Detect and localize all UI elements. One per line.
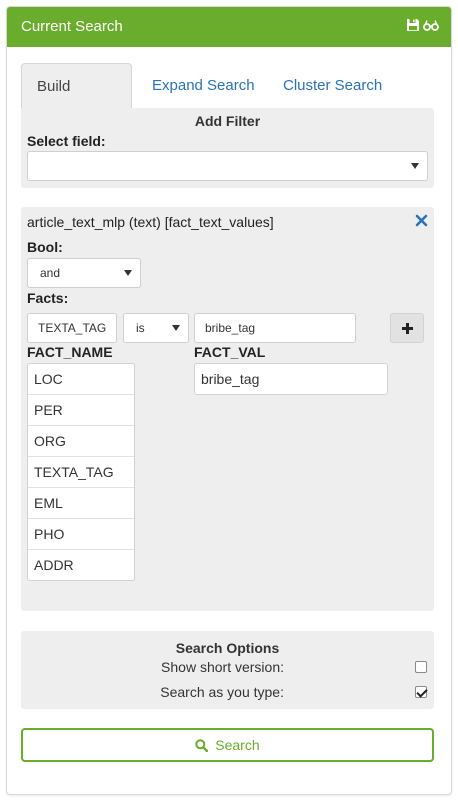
- close-icon[interactable]: [415, 214, 428, 230]
- current-search-panel: Current Search Build Sea: [6, 6, 452, 795]
- search-as-type-checkbox[interactable]: [415, 686, 427, 698]
- fact-val-item[interactable]: bribe_tag: [195, 364, 387, 394]
- fact-name-list: LOC PER ORG TEXTA_TAG EML PHO ADDR: [27, 363, 135, 581]
- fact-name-header: FACT_NAME: [27, 344, 113, 360]
- fact-val-header: FACT_VAL: [194, 344, 266, 360]
- search-tabs: Build Search Expand Search Cluster Searc…: [21, 63, 439, 141]
- fact-name-item-addr[interactable]: ADDR: [28, 550, 134, 581]
- bool-value: and: [40, 266, 61, 280]
- facts-label: Facts:: [27, 290, 69, 306]
- fact-name-item-pho[interactable]: PHO: [28, 519, 134, 550]
- select-field-label: Select field:: [27, 133, 106, 149]
- fact-val-list: bribe_tag: [194, 363, 388, 395]
- fact-name-input[interactable]: TEXTA_TAG: [27, 313, 117, 343]
- fact-name-item-per[interactable]: PER: [28, 395, 134, 426]
- chevron-down-icon: [124, 270, 132, 276]
- short-version-checkbox[interactable]: [415, 661, 427, 673]
- fact-operator-select[interactable]: is: [123, 313, 189, 343]
- fact-name-item-texta-tag[interactable]: TEXTA_TAG: [28, 457, 134, 488]
- save-icon[interactable]: [406, 18, 420, 32]
- panel-title: Current Search: [21, 18, 123, 35]
- fact-value-input[interactable]: bribe_tag: [194, 313, 356, 343]
- search-options-section: Search Options Show short version: Searc…: [21, 631, 434, 709]
- search-as-type-label: Search as you type:: [160, 684, 284, 700]
- fact-name-item-loc[interactable]: LOC: [28, 364, 134, 395]
- add-fact-button[interactable]: [390, 313, 424, 343]
- panel-header: Current Search: [7, 7, 451, 47]
- search-button-label: Search: [215, 737, 260, 753]
- filter-block: article_text_mlp (text) [fact_text_value…: [21, 207, 434, 611]
- filter-field-title: article_text_mlp (text) [fact_text_value…: [27, 214, 274, 230]
- fact-name-item-org[interactable]: ORG: [28, 426, 134, 457]
- select-field-dropdown[interactable]: [27, 151, 428, 181]
- tab-build-search[interactable]: Build Search: [21, 63, 132, 141]
- short-version-label: Show short version:: [161, 659, 284, 675]
- search-options-title: Search Options: [175, 640, 280, 656]
- search-icon: [195, 737, 215, 753]
- bool-select[interactable]: and: [27, 258, 141, 288]
- search-button[interactable]: Search: [21, 728, 434, 762]
- header-icons: [406, 18, 439, 32]
- fact-operator-value: is: [136, 321, 145, 335]
- add-filter-title: Add Filter: [194, 113, 261, 129]
- bool-label: Bool:: [27, 239, 63, 255]
- chevron-down-icon: [411, 163, 419, 169]
- glasses-icon[interactable]: [423, 18, 439, 32]
- tab-expand-search[interactable]: Expand Search: [137, 63, 270, 109]
- add-filter-section: Add Filter Select field:: [21, 108, 434, 188]
- tab-cluster-search[interactable]: Cluster Search: [268, 63, 397, 109]
- chevron-down-icon: [172, 325, 180, 331]
- fact-name-item-eml[interactable]: EML: [28, 488, 134, 519]
